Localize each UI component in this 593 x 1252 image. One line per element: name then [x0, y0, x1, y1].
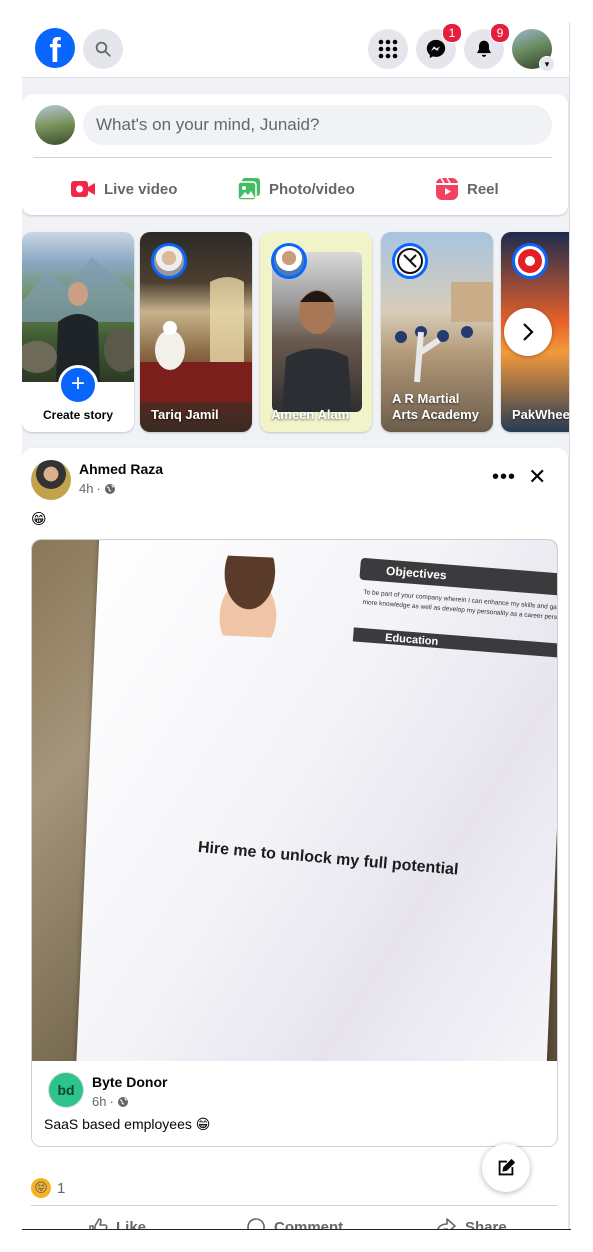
frame-edge [569, 22, 570, 1230]
shared-text: SaaS based employees 😁 [44, 1116, 211, 1132]
edit-icon [498, 1158, 516, 1176]
chevron-right-icon [523, 323, 534, 341]
shared-meta: 6h · [92, 1094, 129, 1109]
story-label: Ameen Alam [271, 407, 350, 422]
shared-author-name[interactable]: Byte Donor [92, 1074, 167, 1090]
grid-menu-icon [378, 39, 398, 59]
reel-icon [436, 177, 458, 200]
story-avatar [392, 243, 428, 279]
shared-post-footer: bd Byte Donor 6h · SaaS based employees … [32, 1061, 557, 1146]
compose-message-button[interactable] [482, 1144, 530, 1192]
photo-video-button[interactable]: Photo/video [237, 174, 355, 204]
share-button[interactable]: Share [435, 1214, 507, 1230]
reaction-summary[interactable]: 😝 1 [31, 1178, 65, 1198]
search-button[interactable] [83, 29, 123, 69]
post-image[interactable]: Objectives To be part of your company wh… [32, 540, 557, 1061]
messenger-badge: 1 [442, 23, 462, 43]
story-avatar [271, 243, 307, 279]
search-icon [95, 41, 111, 57]
story-label: PakWheels.com [512, 407, 570, 422]
pakwheels-logo [518, 249, 542, 273]
martial-arts-logo [397, 248, 423, 274]
reel-button[interactable]: Reel [435, 174, 499, 204]
app-frame: f 1 9 ▾ What's on your mind, Junaid? Liv… [22, 22, 570, 1230]
bell-icon [477, 40, 491, 57]
notifications-badge: 9 [490, 23, 510, 43]
shared-post[interactable]: Objectives To be part of your company wh… [31, 539, 558, 1147]
live-video-button[interactable]: Live video [70, 174, 177, 204]
composer-input[interactable]: What's on your mind, Junaid? [83, 105, 552, 145]
create-story-card[interactable]: + Create story [22, 232, 134, 432]
globe-icon [117, 1096, 128, 1107]
byte-donor-avatar[interactable]: bd [48, 1072, 84, 1108]
reaction-count: 1 [57, 1179, 66, 1197]
story-avatar [151, 243, 187, 279]
post-author-avatar[interactable] [31, 460, 71, 500]
composer-avatar[interactable] [35, 105, 75, 145]
post-time[interactable]: 4h [79, 481, 93, 496]
story-card-tariq-jamil[interactable]: Tariq Jamil [140, 232, 252, 432]
messenger-icon [426, 39, 446, 59]
globe-icon [104, 483, 115, 494]
objectives-text: To be part of your company wherein I can… [362, 588, 557, 622]
more-options-icon[interactable]: ••• [492, 466, 516, 489]
story-cover-photo [22, 232, 134, 382]
close-icon[interactable]: ✕ [528, 464, 546, 490]
facebook-logo[interactable]: f [35, 28, 75, 68]
post-text: 😁 [31, 511, 47, 528]
story-scene [22, 257, 134, 382]
menu-button[interactable] [368, 29, 408, 69]
divider [31, 1205, 557, 1206]
story-label: A R Martial Arts Academy [392, 391, 479, 422]
story-card-ameen-alam[interactable]: Ameen Alam [260, 232, 372, 432]
notifications-button[interactable]: 9 [464, 23, 510, 69]
divider [33, 157, 552, 158]
messenger-button[interactable]: 1 [416, 23, 462, 69]
resume-photo [203, 554, 295, 639]
photo-video-icon [237, 178, 260, 201]
shared-time[interactable]: 6h [92, 1094, 106, 1109]
post-author-name[interactable]: Ahmed Raza [79, 461, 163, 477]
story-avatar [512, 243, 548, 279]
resume-paper: Objectives To be part of your company wh… [76, 540, 557, 1061]
like-button[interactable]: Like [88, 1214, 146, 1230]
story-card-ar-martial-arts[interactable]: A R Martial Arts Academy [381, 232, 493, 432]
chevron-down-icon: ▾ [539, 56, 555, 72]
education-heading: Education [352, 627, 557, 659]
create-story-label: Create story [42, 408, 114, 422]
top-bar: f 1 9 ▾ [22, 22, 570, 78]
feed-post: Ahmed Raza 4h · ••• ✕ 😁 Objectives To be… [22, 448, 568, 1230]
image-caption: Hire me to unlock my full potential [197, 838, 460, 879]
live-video-icon [71, 181, 95, 197]
story-label: Tariq Jamil [151, 407, 219, 422]
stories-next-button[interactable] [504, 308, 552, 356]
comment-button[interactable]: Comment [246, 1214, 343, 1230]
frame-edge [22, 1229, 571, 1230]
post-composer: What's on your mind, Junaid? Live video … [22, 94, 568, 215]
post-meta: 4h · [79, 481, 116, 496]
haha-reaction-icon: 😝 [31, 1178, 51, 1198]
profile-avatar[interactable]: ▾ [512, 29, 555, 72]
add-story-plus-icon[interactable]: + [58, 365, 98, 405]
